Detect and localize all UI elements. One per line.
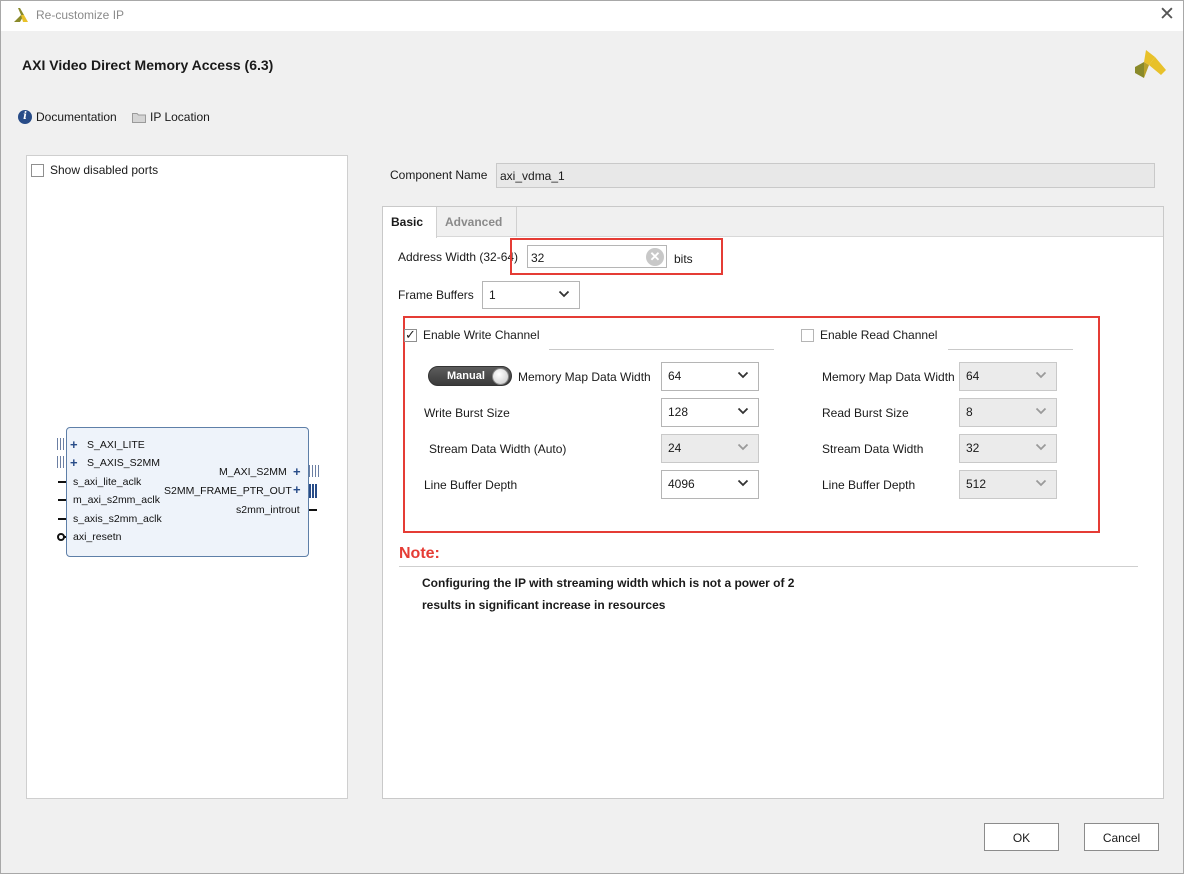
select-value: 512 [966, 477, 987, 491]
note-text-line-2: results in significant increase in resou… [422, 598, 666, 612]
chevron-down-icon [558, 290, 570, 298]
chevron-down-icon [737, 443, 749, 451]
m-axi-s2mm-bus-icon [309, 465, 319, 477]
write-mm-data-width-label: Memory Map Data Width [518, 370, 651, 384]
reset-bubble-icon [57, 533, 65, 541]
select-value: 4096 [668, 477, 695, 491]
expand-plus-icon[interactable]: + [70, 456, 78, 469]
note-divider [399, 566, 1138, 567]
chevron-down-icon [1035, 371, 1047, 379]
write-line-buffer-depth-label: Line Buffer Depth [424, 478, 518, 492]
chevron-down-icon [1035, 407, 1047, 415]
window-title: Re-customize IP [36, 8, 125, 22]
checkbox-box[interactable] [31, 163, 44, 177]
checkbox-box[interactable] [404, 327, 417, 343]
cancel-button[interactable]: Cancel [1084, 823, 1159, 851]
tab-basic[interactable]: Basic [383, 207, 437, 238]
read-burst-size-label: Read Burst Size [822, 406, 909, 420]
port-label: s_axis_s2mm_aclk [73, 513, 162, 525]
read-stream-data-width-label: Stream Data Width [822, 442, 924, 456]
frame-buffers-select[interactable]: 1 [482, 281, 580, 309]
port-label: s_axi_lite_aclk [73, 476, 142, 488]
select-value: 8 [966, 405, 973, 419]
divider [549, 349, 774, 350]
app-logo-icon [14, 8, 28, 22]
enable-read-channel-checkbox[interactable]: Enable Read Channel [801, 328, 937, 342]
select-value: 32 [966, 441, 980, 455]
divider [948, 349, 1073, 350]
enable-write-channel-label: Enable Write Channel [423, 328, 540, 342]
enable-read-channel-label: Enable Read Channel [820, 328, 938, 342]
frame-ptr-bus-icon [309, 484, 317, 498]
folder-icon [132, 112, 146, 123]
brand-logo-icon [1135, 50, 1166, 78]
select-value: 64 [966, 369, 980, 383]
toggle-knob [492, 368, 509, 385]
write-burst-size-label: Write Burst Size [424, 406, 510, 420]
read-line-buffer-depth-select: 512 [959, 470, 1057, 499]
ip-location-label: IP Location [150, 110, 210, 124]
ip-title: AXI Video Direct Memory Access (6.3) [22, 57, 274, 73]
tab-advanced[interactable]: Advanced [437, 207, 517, 237]
write-stream-data-width-label: Stream Data Width (Auto) [429, 442, 567, 456]
component-name-input[interactable]: axi_vdma_1 [496, 163, 1155, 188]
write-mm-data-width-select[interactable]: 64 [661, 362, 759, 391]
port-label: M_AXI_S2MM [219, 466, 287, 478]
port-label: m_axi_s2mm_aclk [73, 494, 160, 506]
write-stream-data-width-select: 24 [661, 434, 759, 463]
info-icon: i [18, 110, 32, 124]
chevron-down-icon [1035, 443, 1047, 451]
frame-buffers-label: Frame Buffers [398, 288, 474, 302]
expand-plus-icon[interactable]: + [293, 465, 301, 478]
toggle-label: Manual [447, 370, 485, 382]
checkbox-box[interactable] [801, 328, 814, 342]
port-label: axi_resetn [73, 531, 122, 543]
read-mm-data-width-select: 64 [959, 362, 1057, 391]
expand-plus-icon[interactable]: + [70, 438, 78, 451]
select-value: 128 [668, 405, 689, 419]
show-disabled-ports-label: Show disabled ports [50, 163, 159, 177]
ok-button[interactable]: OK [984, 823, 1059, 851]
port-label: S_AXI_LITE [87, 439, 145, 451]
port-label: S_AXIS_S2MM [87, 457, 160, 469]
port-label: s2mm_introut [236, 504, 300, 516]
note-text-line-1: Configuring the IP with streaming width … [422, 576, 795, 590]
close-icon[interactable]: ✕ [1156, 5, 1178, 25]
documentation-label: Documentation [36, 110, 117, 124]
select-value: 64 [668, 369, 682, 383]
address-width-highlight [510, 238, 723, 275]
dialog-header [1, 31, 1183, 143]
chevron-down-icon [1035, 479, 1047, 487]
ip-location-link[interactable]: IP Location [132, 109, 210, 125]
title-bar [1, 1, 1183, 31]
note-title: Note: [399, 545, 440, 562]
component-name-label: Component Name [390, 168, 488, 182]
chevron-down-icon [737, 407, 749, 415]
read-stream-data-width-select: 32 [959, 434, 1057, 463]
write-line-buffer-depth-select[interactable]: 4096 [661, 470, 759, 499]
enable-write-channel-checkbox[interactable]: Enable Write Channel [404, 327, 540, 343]
read-mm-data-width-label: Memory Map Data Width [822, 370, 955, 384]
chevron-down-icon [737, 371, 749, 379]
port-label: S2MM_FRAME_PTR_OUT [164, 485, 292, 497]
write-burst-size-select[interactable]: 128 [661, 398, 759, 427]
show-disabled-ports-checkbox[interactable]: Show disabled ports [31, 163, 158, 177]
read-line-buffer-depth-label: Line Buffer Depth [822, 478, 916, 492]
read-burst-size-select: 8 [959, 398, 1057, 427]
select-value: 24 [668, 441, 682, 455]
address-width-label: Address Width (32-64) [398, 250, 519, 264]
chevron-down-icon [737, 479, 749, 487]
documentation-link[interactable]: i Documentation [18, 109, 117, 125]
frame-buffers-value: 1 [489, 288, 496, 302]
port-wire [309, 509, 317, 511]
expand-plus-icon[interactable]: + [293, 483, 301, 496]
manual-auto-toggle[interactable]: Manual [428, 366, 512, 386]
